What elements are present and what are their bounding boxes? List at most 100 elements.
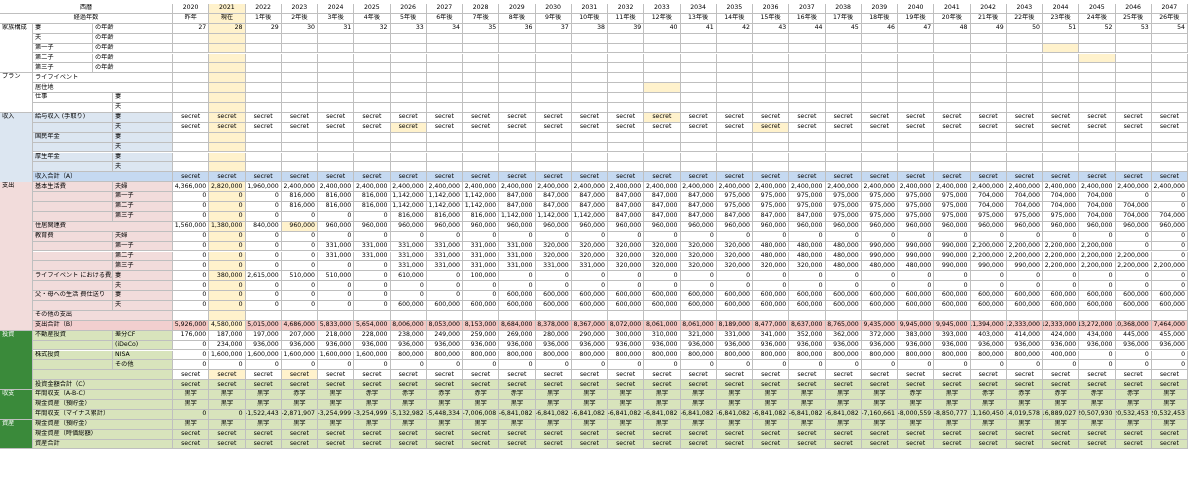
secret-cell[interactable]: secret [644,370,681,381]
assets_kuro-cell[interactable]: 黒字 [753,419,790,430]
edu_child1-cell[interactable]: 331,000 [499,241,536,252]
blank-cell[interactable] [1043,43,1080,54]
balance_wife-cell[interactable]: 赤字 [463,390,500,400]
edu_child1-cell[interactable]: 320,000 [535,241,572,252]
secret-cell[interactable]: secret [1043,370,1080,381]
ideco-cell[interactable]: 936,000 [1006,340,1043,351]
event_husband-cell[interactable]: 0 [499,281,536,292]
secret-cell[interactable]: secret [245,122,282,133]
assets_kuro-cell[interactable]: 黒字 [390,419,427,430]
elapsed-header[interactable]: 2年後 [281,13,318,24]
assets_kuro-cell[interactable]: 黒字 [608,419,645,430]
nisa-cell[interactable]: 400,000 [1043,350,1080,361]
blank-cell[interactable] [970,152,1007,163]
blank-cell[interactable] [608,132,645,143]
event_wife-cell[interactable]: 0 [571,271,608,282]
ages-cell[interactable]: 41 [680,23,717,34]
edu_child2-cell[interactable]: 331,000 [463,251,500,262]
couple_living-cell[interactable]: 2,400,000 [571,182,608,193]
blank-cell[interactable] [354,63,391,74]
housing-cell[interactable]: 960,000 [644,221,681,232]
secret-cell[interactable]: secret [825,112,862,123]
secret-cell[interactable]: secret [970,122,1007,133]
section-label[interactable]: プラン [0,73,33,113]
event_husband-cell[interactable]: 0 [825,281,862,292]
event_wife-cell[interactable]: 0 [644,271,681,282]
secret-cell[interactable]: secret [1079,172,1116,183]
parents_husband-cell[interactable]: 600,000 [1115,301,1152,311]
secret-cell[interactable]: secret [354,172,391,183]
child1_living-cell[interactable]: 1,142,000 [426,192,463,202]
blank-cell[interactable] [1043,162,1080,173]
secret-cell[interactable]: secret [281,370,318,381]
balance_wife-cell[interactable]: 黒字 [245,390,282,400]
blank-cell[interactable] [173,310,210,321]
blank-cell[interactable] [608,43,645,54]
secret-cell[interactable]: secret [1151,429,1188,440]
blank-cell[interactable] [499,63,536,74]
balance_wife-cell[interactable]: 赤字 [354,390,391,400]
blank-cell[interactable] [970,43,1007,54]
blank-cell[interactable] [1006,43,1043,54]
child2_living-cell[interactable]: 975,000 [934,202,971,212]
balance_cash-cell[interactable]: 黒字 [1115,400,1152,410]
year-header[interactable]: 2021 [209,4,246,14]
child3_living-cell[interactable]: 704,000 [1151,211,1188,222]
secret-cell[interactable]: secret [753,112,790,123]
edu_child3-cell[interactable]: 480,000 [898,261,935,272]
expense_total-cell[interactable]: 8,053,000 [426,320,463,331]
blank-cell[interactable] [970,142,1007,153]
secret-cell[interactable]: secret [825,122,862,133]
secret-cell[interactable]: secret [608,122,645,133]
secret-cell[interactable]: secret [571,439,608,450]
secret-cell[interactable]: secret [281,112,318,123]
secret-cell[interactable]: secret [644,172,681,183]
other_invest-cell[interactable]: 0 [789,360,826,371]
edu_child1-cell[interactable]: 2,200,000 [1006,241,1043,252]
blank-cell[interactable] [644,142,681,153]
blank-cell[interactable] [245,93,282,103]
event_wife-cell[interactable]: 0 [354,271,391,282]
child2_living-cell[interactable]: 0 [173,202,210,212]
ages-cell[interactable]: 44 [789,23,826,34]
child3_living-cell[interactable]: 847,000 [644,211,681,222]
edu_couple-cell[interactable]: 0 [426,231,463,242]
child2_living-cell[interactable]: 1,142,000 [390,202,427,212]
blank-cell[interactable] [571,152,608,163]
parents_husband-cell[interactable]: 600,000 [1043,301,1080,311]
secret-cell[interactable]: secret [1006,429,1043,440]
blank-cell[interactable] [789,83,826,94]
ages-cell[interactable]: 38 [571,23,608,34]
balance_cash-cell[interactable]: 黒字 [608,400,645,410]
blank-cell[interactable] [1079,83,1116,94]
edu_child3-cell[interactable]: 0 [173,261,210,272]
blank-cell[interactable] [1079,63,1116,74]
edu_child2-cell[interactable]: 0 [209,251,246,262]
secret-cell[interactable]: secret [789,439,826,450]
blank-cell[interactable] [1043,73,1080,84]
year-header[interactable]: 2032 [608,4,645,14]
edu_child1-cell[interactable]: 331,000 [426,241,463,252]
secret-cell[interactable]: secret [571,370,608,381]
secret-cell[interactable]: secret [209,380,246,391]
edu_child2-cell[interactable]: 331,000 [354,251,391,262]
blank-cell[interactable] [789,33,826,44]
blank-cell[interactable] [716,63,753,74]
couple_living-cell[interactable]: 2,400,000 [716,182,753,193]
blank-cell[interactable] [571,103,608,113]
edu_couple-cell[interactable]: 0 [318,231,355,242]
child1_living-cell[interactable]: 0 [173,192,210,202]
blank-cell[interactable] [1079,43,1116,54]
child1_living-cell[interactable]: 0 [245,192,282,202]
secret-cell[interactable]: secret [934,370,971,381]
balance_wife-cell[interactable]: 赤字 [426,390,463,400]
child3_living-cell[interactable]: 0 [354,211,391,222]
expense_total-cell[interactable]: 10,368,000 [1115,320,1152,331]
blank-cell[interactable] [354,93,391,103]
secret-cell[interactable]: secret [245,112,282,123]
realestate-cell[interactable]: 197,000 [245,330,282,341]
secret-cell[interactable]: secret [318,172,355,183]
blank-cell[interactable] [1151,63,1188,74]
parents_wife-cell[interactable]: 600,000 [1151,291,1188,301]
blank-cell[interactable] [390,83,427,94]
